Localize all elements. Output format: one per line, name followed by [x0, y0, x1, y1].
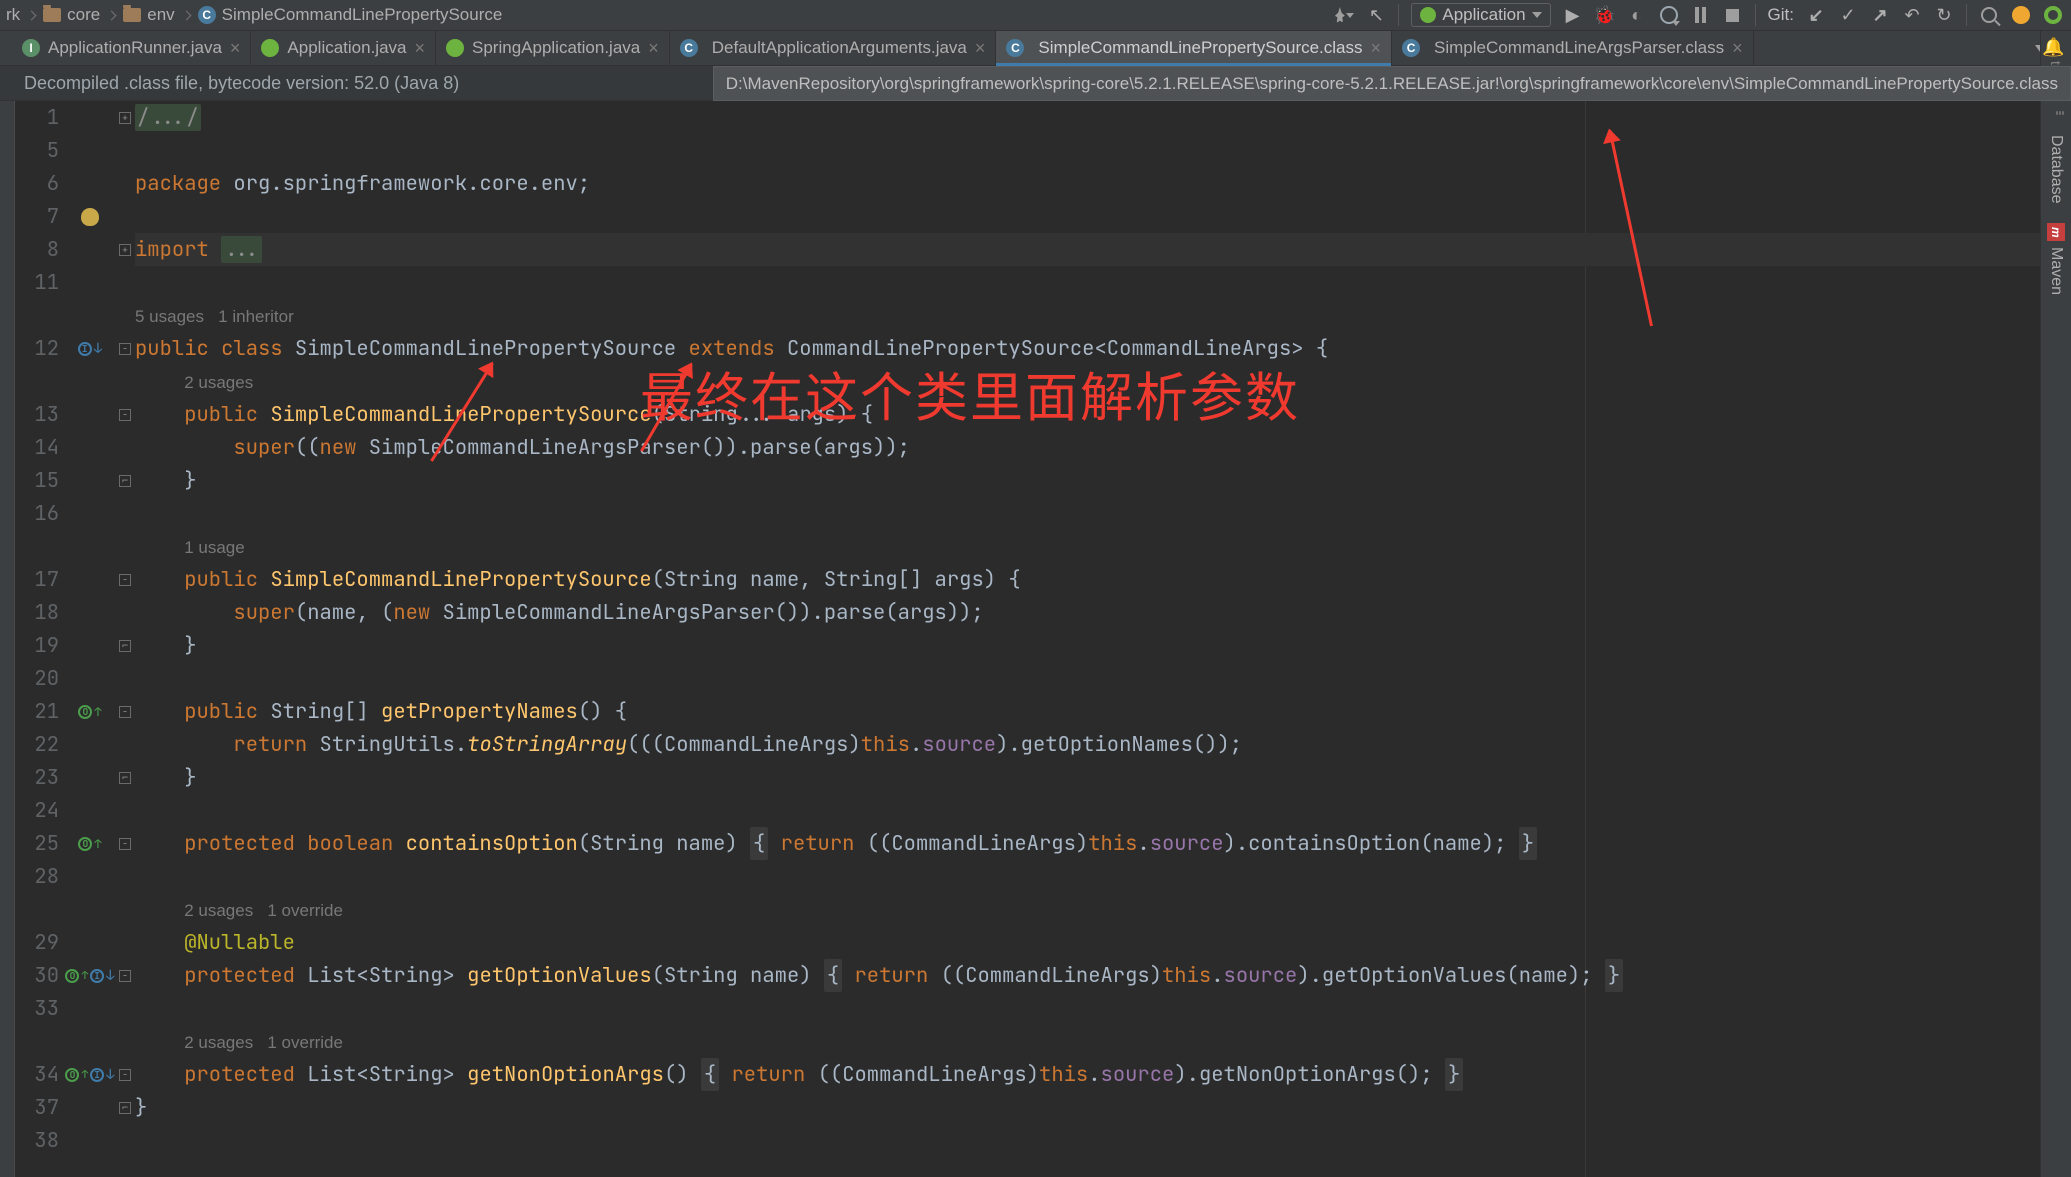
line-numbers-gutter[interactable]: 1567811121314151617181920212223242528293…	[15, 101, 65, 1177]
class-icon: C	[680, 39, 698, 57]
git-commit-icon[interactable]: ✓	[1838, 5, 1858, 25]
tab-label: SimpleCommandLinePropertySource.class	[1038, 38, 1362, 58]
folder-icon	[43, 8, 61, 22]
maven-icon: m	[2047, 223, 2065, 241]
file-path-tooltip: D:\MavenRepository\org\springframework\s…	[713, 66, 2071, 101]
git-rollback-icon[interactable]: ↻	[1934, 5, 1954, 25]
override-gutter-icon[interactable]: O	[65, 1068, 79, 1082]
breadcrumb-item[interactable]: env	[121, 5, 176, 25]
breadcrumb-item[interactable]: rk	[4, 5, 22, 25]
maven-tool-button[interactable]: m Maven	[2047, 213, 2065, 305]
ide-settings-icon[interactable]	[2011, 5, 2031, 25]
run-config-label: Application	[1442, 5, 1525, 25]
debug-icon[interactable]: 🐞	[1595, 5, 1615, 25]
editor-tab[interactable]: SpringApplication.java ×	[436, 31, 670, 65]
code-body[interactable]: /.../package org.springframework.core.en…	[135, 101, 2040, 1177]
class-icon: C	[1006, 39, 1024, 57]
override-gutter-icon[interactable]: O	[78, 837, 92, 851]
interface-icon: I	[22, 39, 40, 57]
implements-gutter-icon[interactable]: I	[90, 1068, 104, 1082]
fold-end-icon[interactable]: ⌐	[119, 772, 131, 784]
tab-label: ApplicationRunner.java	[48, 38, 222, 58]
usage-inlay[interactable]: 1 usage	[184, 538, 245, 557]
fold-collapse-icon[interactable]: −	[119, 1069, 131, 1081]
spring-icon	[446, 39, 464, 57]
fold-collapse-icon[interactable]: −	[119, 343, 131, 355]
editor-tab[interactable]: C SimpleCommandLinePropertySource.class ×	[996, 31, 1392, 65]
coverage-icon[interactable]: ◐	[1627, 5, 1647, 25]
build-icon[interactable]: ↖	[1366, 5, 1386, 25]
gutter-icons[interactable]: I↓O↑O↑O↑I↓O↑I↓	[65, 101, 115, 1177]
editor-tab[interactable]: C DefaultApplicationArguments.java ×	[670, 31, 997, 65]
editor-tab[interactable]: C SimpleCommandLineArgsParser.class ×	[1392, 31, 1754, 65]
usage-inlay[interactable]: 5 usages 1 inheritor	[135, 307, 294, 326]
close-icon[interactable]: ×	[415, 38, 426, 59]
override-gutter-icon[interactable]: O	[65, 969, 79, 983]
tab-label: Application.java	[287, 38, 406, 58]
separator	[1755, 4, 1756, 26]
tab-label: DefaultApplicationArguments.java	[712, 38, 967, 58]
tab-label: SpringApplication.java	[472, 38, 640, 58]
chevron-down-icon	[1532, 12, 1542, 18]
fold-expand-icon[interactable]: +	[119, 244, 131, 256]
pause-icon[interactable]	[1691, 5, 1711, 25]
close-icon[interactable]: ×	[975, 38, 986, 59]
separator	[1398, 4, 1399, 26]
spring-icon	[1420, 7, 1436, 23]
spring-tool-icon[interactable]	[2043, 5, 2063, 25]
decompiled-banner: Decompiled .class file, bytecode version…	[0, 66, 2071, 101]
account-icon[interactable]	[1334, 5, 1354, 25]
profiler-icon[interactable]	[1659, 5, 1679, 25]
fold-collapse-icon[interactable]: −	[119, 409, 131, 421]
breadcrumb-item[interactable]: core	[41, 5, 102, 25]
class-icon: C	[198, 6, 216, 24]
close-icon[interactable]: ×	[648, 38, 659, 59]
fold-column[interactable]: + + − − ⌐ − ⌐ − ⌐ − − − ⌐	[115, 101, 135, 1177]
implements-gutter-icon[interactable]: I	[90, 969, 104, 983]
usage-inlay[interactable]: 2 usages	[184, 373, 253, 392]
editor-tabs: IApplicationRunner.java×Application.java…	[0, 31, 2071, 66]
close-icon[interactable]: ×	[230, 38, 241, 59]
git-push-icon[interactable]: ↗	[1870, 5, 1890, 25]
fold-collapse-icon[interactable]: −	[119, 574, 131, 586]
separator	[1966, 4, 1967, 26]
close-icon[interactable]: ×	[1732, 38, 1743, 59]
fold-expand-icon[interactable]: +	[119, 112, 131, 124]
implements-gutter-icon[interactable]: I	[78, 342, 92, 356]
breadcrumb-item[interactable]: CSimpleCommandLinePropertySource	[196, 5, 505, 25]
fold-collapse-icon[interactable]: −	[119, 706, 131, 718]
fold-collapse-icon[interactable]: −	[119, 838, 131, 850]
usage-inlay[interactable]: 2 usages 1 override	[184, 1033, 343, 1052]
folder-icon	[123, 8, 141, 22]
run-icon[interactable]: ▶	[1563, 5, 1583, 25]
editor-tab[interactable]: I ApplicationRunner.java ×	[12, 31, 251, 65]
editor-area[interactable]: 1567811121314151617181920212223242528293…	[0, 101, 2040, 1177]
run-config-dropdown[interactable]: Application	[1411, 3, 1550, 27]
bell-icon: 🔔	[2047, 37, 2065, 55]
usage-inlay[interactable]: 2 usages 1 override	[184, 901, 343, 920]
git-update-icon[interactable]: ↙	[1806, 5, 1826, 25]
fold-collapse-icon[interactable]: −	[119, 970, 131, 982]
tab-label: SimpleCommandLineArgsParser.class	[1434, 38, 1724, 58]
database-tool-button[interactable]: Database	[2047, 101, 2065, 214]
fold-end-icon[interactable]: ⌐	[119, 640, 131, 652]
spring-icon	[261, 39, 279, 57]
fold-end-icon[interactable]: ⌐	[119, 1102, 131, 1114]
git-history-icon[interactable]: ↶	[1902, 5, 1922, 25]
editor-tab[interactable]: Application.java ×	[251, 31, 436, 65]
class-icon: C	[1402, 39, 1420, 57]
breadcrumb[interactable]: rk core env CSimpleCommandLinePropertySo…	[0, 0, 504, 30]
search-icon[interactable]	[1979, 5, 1999, 25]
git-label: Git:	[1768, 5, 1794, 25]
left-margin-strip	[0, 101, 15, 1177]
fold-end-icon[interactable]: ⌐	[119, 475, 131, 487]
override-gutter-icon[interactable]: O	[78, 705, 92, 719]
intention-bulb-icon[interactable]	[81, 208, 99, 226]
database-icon	[2048, 111, 2064, 129]
stop-icon[interactable]	[1723, 5, 1743, 25]
close-icon[interactable]: ×	[1371, 38, 1382, 59]
